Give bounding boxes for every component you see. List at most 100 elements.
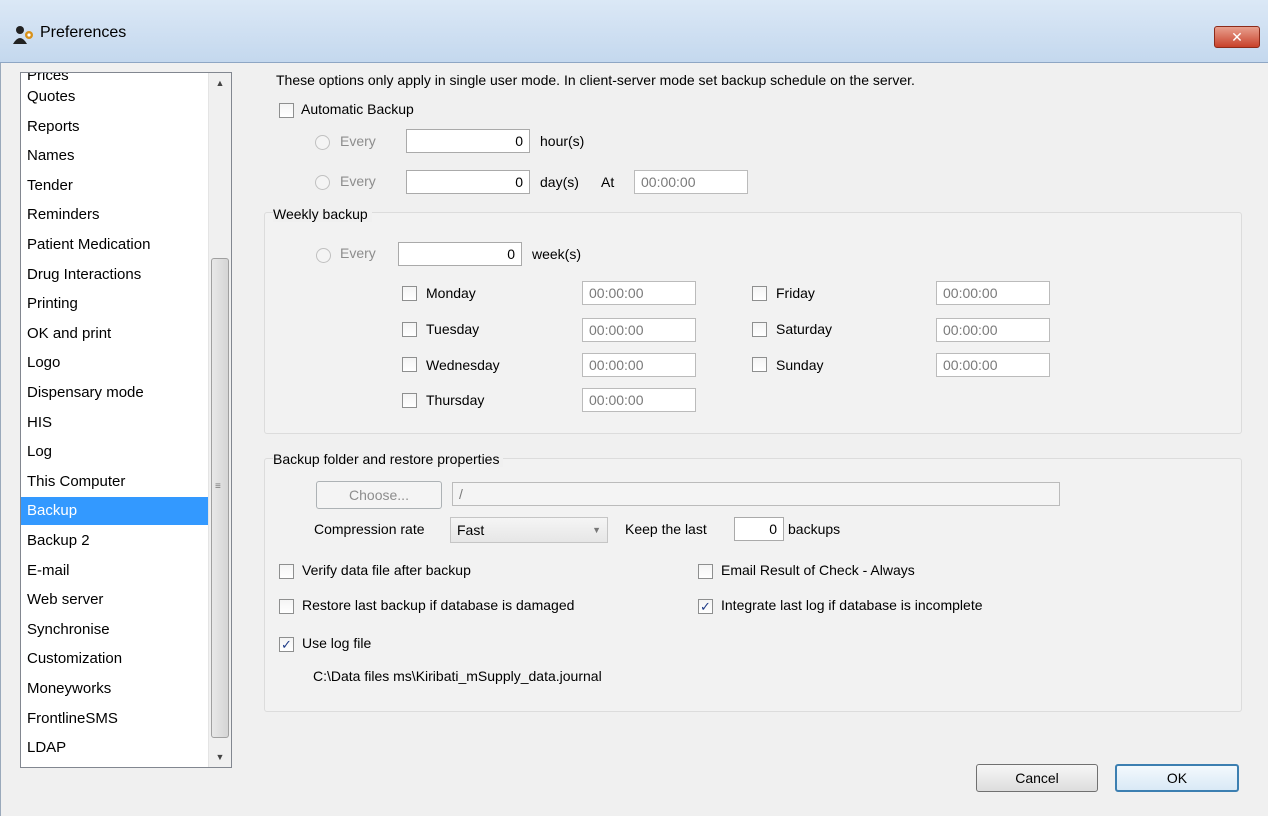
sidebar-item-label: OK and print bbox=[27, 324, 112, 342]
weekly-backup-title: Weekly backup bbox=[273, 206, 372, 222]
sidebar-item-dispensary-mode[interactable]: Dispensary mode bbox=[21, 379, 214, 407]
sidebar-item-label: Moneyworks bbox=[27, 680, 112, 697]
sidebar-item-label: FrontlineSMS bbox=[27, 709, 118, 727]
every-hours-input[interactable]: 0 bbox=[406, 129, 530, 153]
sidebar-scrollbar[interactable]: ▲ ≡ ▼ bbox=[208, 73, 231, 767]
sidebar-item-label: Log bbox=[27, 443, 53, 461]
chevron-down-icon: ▼ bbox=[592, 525, 601, 535]
sidebar-item-label: Prices bbox=[27, 73, 69, 83]
choose-folder-button[interactable]: Choose... bbox=[316, 481, 442, 509]
sidebar-item-printing[interactable]: Printing bbox=[21, 290, 214, 318]
close-button[interactable]: ✕ bbox=[1214, 26, 1260, 48]
sidebar-item-label: Synchronise bbox=[27, 620, 110, 638]
single-user-note: These options only apply in single user … bbox=[276, 72, 915, 88]
scroll-up-arrow-icon[interactable]: ▲ bbox=[209, 73, 231, 93]
scroll-thumb[interactable]: ≡ bbox=[211, 258, 229, 738]
monday-time-input[interactable]: 00:00:00 bbox=[582, 281, 696, 305]
keep-last-input[interactable]: 0 bbox=[734, 517, 784, 541]
sidebar-item-logo[interactable]: Logo bbox=[21, 349, 214, 377]
thursday-checkbox[interactable] bbox=[402, 393, 417, 408]
friday-checkbox[interactable] bbox=[752, 286, 767, 301]
sidebar-item-label: Logo bbox=[27, 354, 61, 372]
wednesday-checkbox[interactable] bbox=[402, 357, 417, 372]
monday-checkbox[interactable] bbox=[402, 286, 417, 301]
sidebar-item-this-computer[interactable]: This Computer bbox=[21, 468, 214, 496]
integrate-last-log-label: Integrate last log if database is incomp… bbox=[721, 597, 983, 613]
automatic-backup-checkbox[interactable] bbox=[279, 103, 294, 118]
sidebar-item-label: LDAP bbox=[27, 739, 67, 757]
sunday-checkbox[interactable] bbox=[752, 357, 767, 372]
checkmark-icon: ✓ bbox=[700, 599, 711, 614]
sidebar-item-label: Dispensary mode bbox=[27, 384, 144, 401]
sidebar-item-frontlinesms[interactable]: FrontlineSMS bbox=[21, 705, 214, 733]
wednesday-time-input[interactable]: 00:00:00 bbox=[582, 353, 696, 377]
log-file-path: C:\Data files ms\Kiribati_mSupply_data.j… bbox=[313, 668, 602, 684]
tuesday-time-input[interactable]: 00:00:00 bbox=[582, 318, 696, 342]
sidebar-item-backup[interactable]: Backup bbox=[21, 497, 214, 526]
every-weeks-label: Every bbox=[340, 245, 376, 261]
friday-time-input[interactable]: 00:00:00 bbox=[936, 281, 1050, 305]
thursday-time-input[interactable]: 00:00:00 bbox=[582, 388, 696, 412]
sidebar-item-label: Backup 2 bbox=[27, 532, 90, 549]
at-label: At bbox=[601, 174, 615, 190]
hours-unit-label: hour(s) bbox=[540, 133, 585, 149]
cancel-button[interactable]: Cancel bbox=[976, 764, 1098, 792]
ok-button[interactable]: OK bbox=[1115, 764, 1239, 792]
verify-data-file-checkbox[interactable] bbox=[279, 564, 294, 579]
sidebar-item-label: Quotes bbox=[27, 88, 76, 105]
email-result-checkbox[interactable] bbox=[698, 564, 713, 579]
sidebar-item-quotes[interactable]: Quotes bbox=[21, 83, 214, 111]
sidebar-item-drug-interactions[interactable]: Drug Interactions bbox=[21, 261, 214, 289]
sidebar-item-label: Drug Interactions bbox=[27, 265, 142, 283]
sidebar-item-patient-medication[interactable]: Patient Medication bbox=[21, 231, 214, 259]
sidebar-item-prices[interactable]: Prices bbox=[21, 73, 214, 83]
sidebar-item-ok-and-print[interactable]: OK and print bbox=[21, 320, 214, 348]
preferences-category-list[interactable]: Prices Quotes Reports Names Tender Reminders… bbox=[20, 72, 232, 768]
sidebar-item-reminders[interactable]: Reminders bbox=[21, 201, 214, 229]
sidebar-item-reports[interactable]: Reports bbox=[21, 113, 214, 141]
every-days-radio[interactable] bbox=[315, 175, 330, 190]
sidebar-item-synchronise[interactable]: Synchronise bbox=[21, 616, 214, 644]
restore-last-backup-checkbox[interactable] bbox=[279, 599, 294, 614]
every-weeks-radio[interactable] bbox=[316, 248, 331, 263]
at-time-input[interactable]: 00:00:00 bbox=[634, 170, 748, 194]
sidebar-item-names[interactable]: Names bbox=[21, 142, 214, 170]
sidebar-item-web-server[interactable]: Web server bbox=[21, 586, 214, 614]
every-days-input[interactable]: 0 bbox=[406, 170, 530, 194]
sidebar-item-his[interactable]: HIS bbox=[21, 409, 214, 437]
sunday-time-input[interactable]: 00:00:00 bbox=[936, 353, 1050, 377]
email-result-label: Email Result of Check - Always bbox=[721, 562, 915, 578]
use-log-file-checkbox[interactable]: ✓ bbox=[279, 637, 294, 652]
sidebar-item-ldap[interactable]: LDAP bbox=[21, 734, 214, 762]
sidebar-item-label: Web server bbox=[27, 591, 104, 609]
sidebar-item-customization[interactable]: Customization bbox=[21, 645, 214, 673]
every-hours-radio[interactable] bbox=[315, 135, 330, 150]
backups-suffix-label: backups bbox=[788, 521, 841, 537]
saturday-checkbox[interactable] bbox=[752, 322, 767, 337]
scroll-down-arrow-icon[interactable]: ▼ bbox=[209, 747, 231, 767]
compression-rate-select[interactable]: Fast ▼ bbox=[450, 517, 608, 543]
saturday-label: Saturday bbox=[776, 321, 833, 337]
sidebar-item-moneyworks[interactable]: Moneyworks bbox=[21, 675, 214, 703]
sidebar-item-backup-2[interactable]: Backup 2 bbox=[21, 527, 214, 555]
backup-folder-path-field[interactable]: / bbox=[452, 482, 1060, 506]
thursday-label: Thursday bbox=[426, 392, 485, 408]
people-gear-icon bbox=[13, 26, 33, 44]
tuesday-checkbox[interactable] bbox=[402, 322, 417, 337]
every-days-label: Every bbox=[340, 173, 376, 189]
verify-data-file-label: Verify data file after backup bbox=[302, 562, 471, 578]
sidebar-item-tender[interactable]: Tender bbox=[21, 172, 214, 200]
sidebar-item-label: Customization bbox=[27, 650, 123, 668]
compression-rate-value: Fast bbox=[457, 522, 485, 538]
sidebar-item-label: Backup bbox=[27, 502, 78, 520]
backup-folder-title: Backup folder and restore properties bbox=[273, 451, 504, 467]
window-titlebar: Preferences ✕ bbox=[0, 0, 1268, 63]
sidebar-item-log[interactable]: Log bbox=[21, 438, 214, 466]
integrate-last-log-checkbox[interactable]: ✓ bbox=[698, 599, 713, 614]
sidebar-item-e-mail[interactable]: E-mail bbox=[21, 557, 214, 585]
saturday-time-input[interactable]: 00:00:00 bbox=[936, 318, 1050, 342]
window-title: Preferences bbox=[40, 24, 127, 41]
sidebar-item-label: This Computer bbox=[27, 472, 126, 490]
use-log-file-label: Use log file bbox=[302, 635, 372, 651]
every-weeks-input[interactable]: 0 bbox=[398, 242, 522, 266]
